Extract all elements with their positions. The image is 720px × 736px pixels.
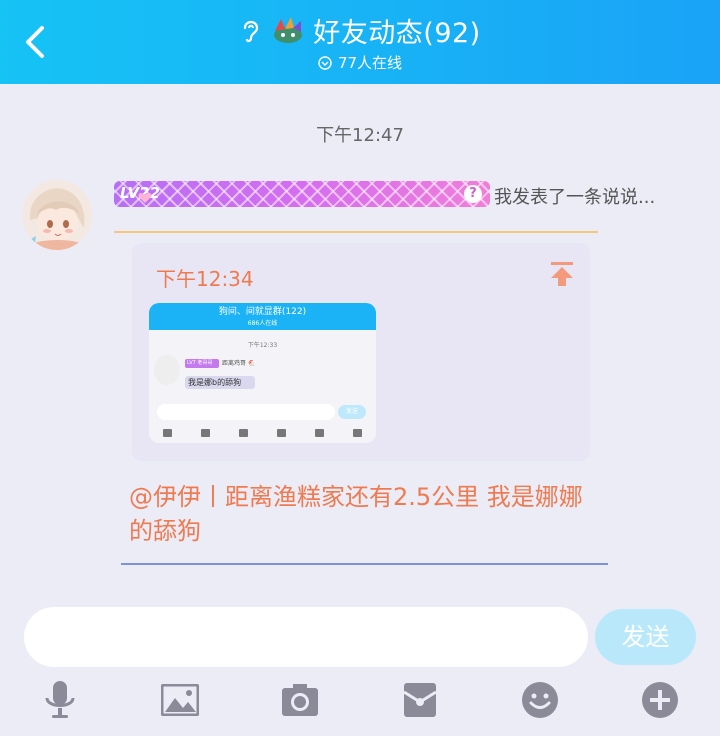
mini-send: 发送: [338, 405, 366, 419]
input-toolbar: [0, 678, 720, 726]
more-button[interactable]: [638, 678, 682, 722]
message-input[interactable]: [24, 607, 588, 667]
online-status: 77人在线: [0, 52, 720, 73]
red-packet-button[interactable]: [398, 678, 442, 722]
voice-button[interactable]: [38, 678, 82, 722]
mini-name: 距离鸡哥 🐔: [222, 360, 256, 367]
camera-icon: [282, 684, 318, 716]
message-timestamp: 下午12:47: [316, 125, 404, 146]
camera-button[interactable]: [278, 678, 322, 722]
red-packet-icon: [403, 683, 437, 717]
plus-icon: [642, 682, 678, 718]
pin-top-button[interactable]: [550, 261, 574, 287]
divider-line: [121, 563, 608, 565]
mini-bubble: 我是娜b的舔狗: [185, 376, 255, 389]
level-name-banner: LV22 ?: [114, 181, 490, 207]
heart-icon: [138, 193, 152, 203]
microphone-icon: [45, 681, 75, 718]
mini-tool-icon: [239, 429, 249, 437]
mini-time: 下午12:33: [247, 342, 278, 349]
ear-icon: [244, 20, 259, 43]
mini-tool-icon: [276, 429, 286, 437]
image-icon: [161, 684, 199, 716]
page-title: 好友动态(92): [313, 17, 481, 49]
chevron-down-circle-icon: [318, 55, 332, 70]
image-button[interactable]: [158, 678, 202, 722]
mini-header: 狗间、间就显群(122) 686人在线: [149, 303, 376, 330]
mini-input: [157, 404, 335, 420]
question-icon[interactable]: ?: [464, 185, 482, 203]
group-logo-icon: [274, 17, 303, 43]
mini-level-tag: LV7 老哥哥: [185, 359, 219, 368]
post-action-text: 我发表了一条说说...: [494, 187, 656, 208]
mini-toolbar: [149, 423, 376, 443]
screenshot-thumbnail[interactable]: 狗间、间就显群(122) 686人在线 下午12:33 LV7 老哥哥 距离鸡哥…: [149, 303, 376, 443]
divider-line: [114, 231, 598, 233]
emoji-icon: [522, 682, 558, 718]
arrow-up-to-top-icon: [551, 262, 573, 286]
mini-tool-icon: [201, 429, 211, 437]
mini-tool-icon: [163, 429, 173, 437]
header-bar: 好友动态(92) 77人在线: [0, 0, 720, 84]
mini-tool-icon: [352, 429, 362, 437]
avatar[interactable]: [22, 180, 92, 250]
title-row: 好友动态(92): [0, 12, 720, 49]
anime-girl-avatar-icon: [22, 180, 92, 250]
mini-online: 686人在线: [247, 320, 278, 327]
shared-post-card[interactable]: 下午12:34 狗间、间就显群(122) 686人在线 下午12:33 LV7 …: [132, 243, 590, 461]
message-text: @伊伊丨距离渔糕家还有2.5公里 我是娜娜的舔狗: [129, 483, 583, 545]
send-button[interactable]: 发送: [595, 609, 696, 665]
mini-avatar: [154, 355, 180, 385]
mini-title: 狗间、间就显群(122): [218, 307, 307, 317]
online-count: 77人在线: [337, 54, 403, 72]
mini-tool-icon: [314, 429, 324, 437]
input-area: 发送: [0, 590, 720, 736]
emoji-button[interactable]: [518, 678, 562, 722]
card-time: 下午12:34: [156, 267, 254, 291]
